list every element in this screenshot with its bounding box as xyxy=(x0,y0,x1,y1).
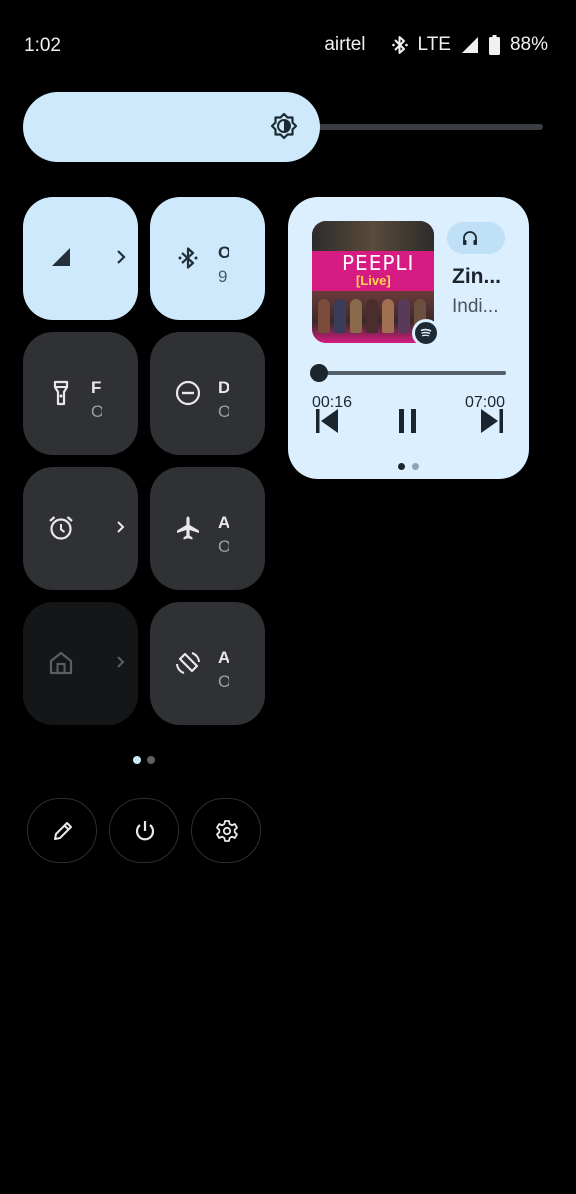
tile-autorotate-title: A xyxy=(218,648,229,667)
artist-name: Indi... xyxy=(452,296,499,317)
page-dot-active xyxy=(133,756,141,764)
tile-flashlight[interactable]: F O xyxy=(23,332,138,455)
media-page-dot-active xyxy=(398,463,405,470)
brightness-track[interactable] xyxy=(303,124,543,130)
bluetooth-icon xyxy=(174,244,202,272)
page-dot xyxy=(147,756,155,764)
media-page-dot xyxy=(412,463,419,470)
tile-autorotate-subtitle: O xyxy=(218,672,229,691)
brightness-fill[interactable] xyxy=(23,92,320,162)
network-type: LTE xyxy=(417,34,451,55)
power-icon xyxy=(135,821,155,841)
tile-mobile-data[interactable] xyxy=(23,197,138,320)
seek-handle[interactable] xyxy=(310,364,328,382)
song-title: Zin... xyxy=(452,265,501,288)
tile-home[interactable] xyxy=(23,602,138,725)
tile-dnd[interactable]: D O xyxy=(150,332,265,455)
album-art-subtitle: [Live] xyxy=(356,273,391,288)
tile-bluetooth-title: O xyxy=(218,243,229,262)
tile-flashlight-subtitle: O xyxy=(91,402,102,421)
media-player-card[interactable]: PEEPLI [Live] Zin... Indi... 00:16 07:00 xyxy=(288,197,529,479)
dnd-icon xyxy=(174,379,202,407)
home-icon xyxy=(47,649,75,677)
alarm-icon xyxy=(47,514,75,542)
album-art-title: PEEPLI xyxy=(342,251,415,275)
next-track-icon[interactable] xyxy=(477,406,505,436)
pencil-icon xyxy=(54,822,72,840)
tile-bluetooth-subtitle: 9 xyxy=(218,267,228,286)
flashlight-icon xyxy=(47,379,75,407)
tile-dnd-subtitle: O xyxy=(218,402,229,421)
chevron-right-icon[interactable] xyxy=(114,517,128,537)
tile-airplane[interactable]: A O xyxy=(150,467,265,590)
brightness-icon xyxy=(269,112,299,142)
spotify-icon xyxy=(412,319,440,347)
rotate-icon xyxy=(174,649,202,677)
gear-icon xyxy=(216,820,238,842)
previous-track-icon[interactable] xyxy=(314,406,342,436)
tile-airplane-subtitle: O xyxy=(218,537,229,556)
bluetooth-status-icon xyxy=(391,35,408,55)
status-bar: 1:02 airtel LTE 88% xyxy=(0,0,576,90)
chevron-right-icon[interactable] xyxy=(114,652,128,672)
brightness-slider[interactable] xyxy=(23,92,543,162)
tile-alarm[interactable] xyxy=(23,467,138,590)
output-device-button[interactable] xyxy=(447,222,505,254)
tile-bluetooth[interactable]: O 9 xyxy=(150,197,265,320)
power-button[interactable] xyxy=(109,798,179,863)
tile-autorotate[interactable]: A O xyxy=(150,602,265,725)
tile-flashlight-title: F xyxy=(91,378,102,397)
clock: 1:02 xyxy=(24,35,61,56)
pause-icon[interactable] xyxy=(394,406,422,436)
chevron-right-icon[interactable] xyxy=(114,247,128,267)
settings-button[interactable] xyxy=(191,798,261,863)
tile-airplane-title: A xyxy=(218,513,229,532)
carrier-name: airtel xyxy=(324,34,366,55)
seek-bar[interactable] xyxy=(312,371,506,375)
signal-icon xyxy=(51,247,79,275)
battery-percent: 88% xyxy=(509,34,548,55)
edit-button[interactable] xyxy=(27,798,97,863)
headphones-icon xyxy=(463,231,477,245)
status-icons: airtel LTE 88% xyxy=(324,34,548,56)
airplane-icon xyxy=(174,514,202,542)
signal-icon xyxy=(461,36,479,54)
tile-dnd-title: D xyxy=(218,378,229,397)
album-art-header xyxy=(312,221,434,251)
battery-icon xyxy=(488,35,500,55)
